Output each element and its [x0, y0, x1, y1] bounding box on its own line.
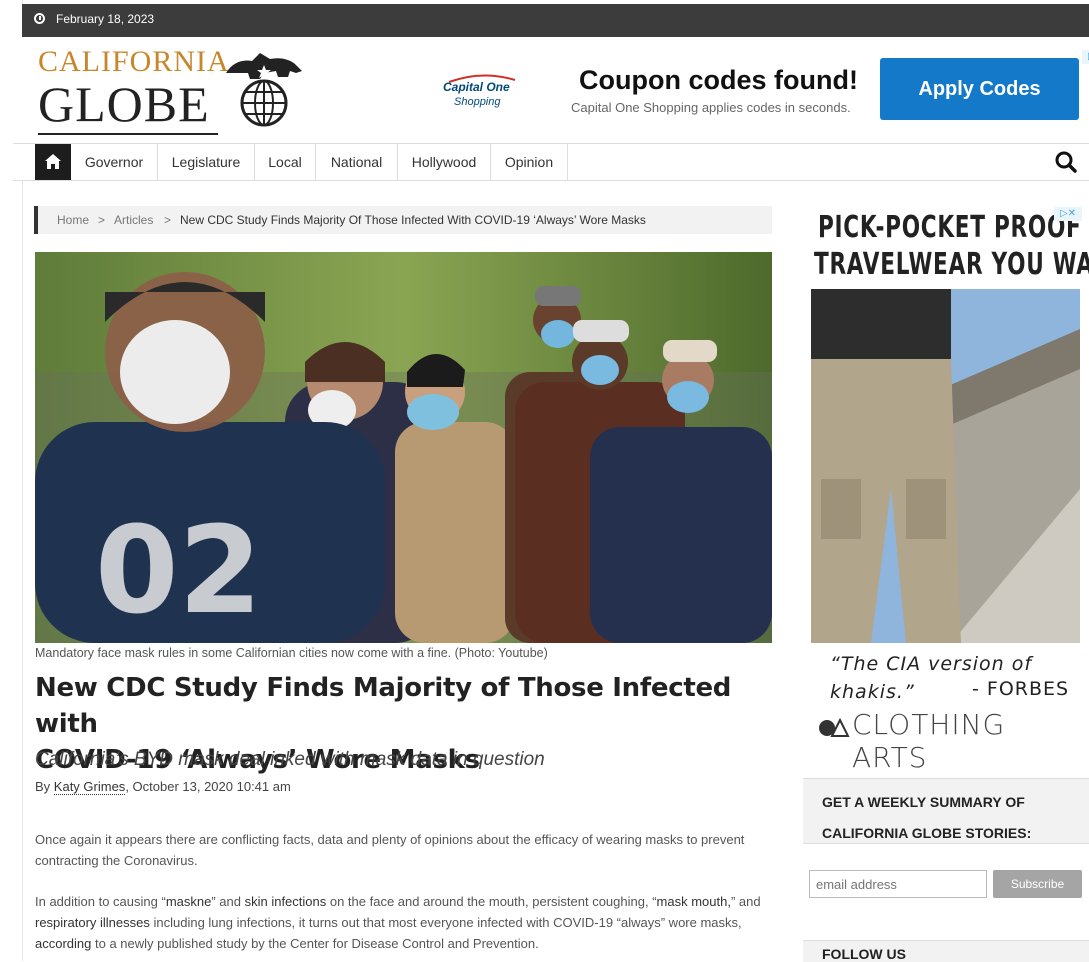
article-paragraph-1: Once again it appears there are conflict… — [35, 832, 745, 868]
para-text: to a newly published study by the Center… — [91, 936, 539, 951]
nav-item-opinion[interactable]: Opinion — [491, 144, 568, 180]
ad-choices-icon[interactable]: ▷✕ — [1054, 207, 1082, 221]
breadcrumb-separator: > — [98, 213, 106, 227]
khaki-pants-great-wall-photo — [811, 289, 1080, 643]
ad-subtext: Capital One Shopping applies codes in se… — [571, 100, 851, 115]
article-paragraph-2: In addition to causing “maskne” and skin… — [35, 891, 775, 954]
sidebar-advertisement[interactable]: PICK-POCKET PROOF TRAVELWEAR YOU WANT ▷✕… — [810, 206, 1089, 774]
side-ad-headline-2: TRAVELWEAR YOU WANT — [814, 247, 1089, 282]
article-subtitle: California’s BYD mask deal inked with ma… — [35, 749, 545, 770]
clothing-arts-logo-icon — [819, 718, 850, 737]
author-link[interactable]: Katy Grimes — [53, 779, 126, 795]
image-caption: Mandatory face mask rules in some Califo… — [35, 646, 548, 660]
subscribe-button[interactable]: Subscribe — [993, 870, 1082, 898]
breadcrumb-home[interactable]: Home — [57, 213, 89, 227]
breadcrumb-current: New CDC Study Finds Majority Of Those In… — [180, 213, 646, 227]
link-maskne[interactable]: maskne — [166, 894, 212, 909]
top-bar: February 18, 2023 — [22, 4, 1089, 37]
main-navigation: Governor Legislature Local National Holl… — [13, 143, 1089, 181]
newsletter-heading: GET A WEEKLY SUMMARY OF CALIFORNIA GLOBE… — [822, 787, 1031, 849]
nav-item-national[interactable]: National — [316, 144, 398, 180]
logo-underline — [38, 133, 218, 135]
para-text: on the face and around the mouth, persis… — [326, 894, 657, 909]
side-ad-attribution: - FORBES — [972, 678, 1070, 700]
nav-item-governor[interactable]: Governor — [71, 144, 158, 180]
side-ad-brand: CLOTHING ARTS — [852, 708, 1006, 774]
clock-icon — [34, 13, 45, 24]
side-ad-quote-line1: “The CIA version of — [830, 653, 1033, 675]
nav-home-button[interactable] — [35, 144, 71, 180]
follow-us-heading-box: FOLLOW US — [803, 940, 1089, 962]
byline-by: By — [35, 779, 51, 794]
breadcrumb-separator: > — [164, 213, 172, 227]
email-field[interactable] — [809, 870, 987, 898]
ad-headline: Coupon codes found! — [579, 65, 858, 95]
ad-choices-icon[interactable]: ▷✕ — [1082, 50, 1089, 64]
newsletter-heading-line1: GET A WEEKLY SUMMARY OF — [822, 794, 1025, 810]
site-header: CALIFORNIA GLOBE Capital One Shopping Co… — [22, 37, 1089, 143]
article-date: , October 13, 2020 10:41 am — [125, 779, 291, 794]
para-text: ” and — [211, 894, 245, 909]
nav-item-legislature[interactable]: Legislature — [158, 144, 255, 180]
para-text: In addition to causing “ — [35, 894, 166, 909]
apply-codes-button[interactable]: Apply Codes — [880, 58, 1079, 120]
home-icon — [45, 154, 61, 169]
side-ad-headline-1: PICK-POCKET PROOF — [818, 210, 1082, 245]
search-icon[interactable] — [1055, 151, 1077, 173]
follow-us-heading: FOLLOW US — [822, 946, 906, 962]
current-date: February 18, 2023 — [56, 12, 155, 26]
link-mask-mouth[interactable]: mask mouth, — [657, 894, 731, 909]
side-ad-photo — [811, 289, 1080, 643]
logo-line1: CALIFORNIA — [38, 45, 230, 78]
top-advertisement[interactable]: Capital One Shopping Coupon codes found!… — [427, 50, 1089, 132]
breadcrumb-articles[interactable]: Articles — [114, 213, 153, 227]
capital-one-swoosh-icon — [448, 74, 516, 83]
para-text: including lung infections, it turns out … — [149, 915, 742, 930]
link-according[interactable]: according — [35, 936, 91, 951]
breadcrumb: Home > Articles > New CDC Study Finds Ma… — [34, 206, 772, 234]
logo-line2: GLOBE — [38, 76, 210, 132]
link-respiratory-illnesses[interactable]: respiratory illnesses — [35, 915, 150, 930]
nav-item-local[interactable]: Local — [255, 144, 316, 180]
masked-people-in-line-photo: 02 — [35, 252, 772, 643]
article-byline: By Katy Grimes, October 13, 2020 10:41 a… — [35, 779, 291, 795]
article-title-line1: New CDC Study Finds Majority of Those In… — [35, 673, 732, 739]
newsletter-heading-box: GET A WEEKLY SUMMARY OF CALIFORNIA GLOBE… — [803, 778, 1089, 844]
newsletter-heading-line2: CALIFORNIA GLOBE STORIES: — [822, 825, 1032, 841]
site-logo[interactable]: CALIFORNIA GLOBE — [38, 45, 308, 137]
svg-text:02: 02 — [95, 502, 262, 641]
bear-globe-icon — [226, 53, 302, 127]
ad-brand-line2: Shopping — [454, 96, 501, 108]
link-skin-infections[interactable]: skin infections — [245, 894, 327, 909]
nav-item-hollywood[interactable]: Hollywood — [398, 144, 491, 180]
para-text: ” and — [730, 894, 761, 909]
article-hero-image: 02 — [35, 252, 772, 643]
